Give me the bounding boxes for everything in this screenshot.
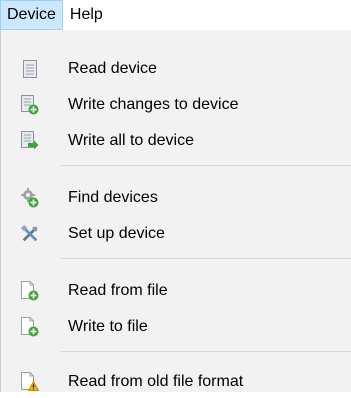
menu-separator	[61, 258, 351, 259]
menu-item-label: Write all to device	[68, 132, 194, 149]
menu-item-label: Read from file	[68, 282, 168, 299]
menu-item-set-up-device[interactable]: Set up device	[1, 218, 351, 250]
menu-separator	[61, 351, 351, 352]
menu-item-label: Find devices	[68, 189, 158, 206]
document-icon	[21, 59, 39, 79]
file-add-icon	[21, 281, 39, 301]
device-dropdown-menu: Read device Write changes to device Writ…	[0, 30, 351, 392]
menu-item-label: Read device	[68, 60, 157, 77]
menu-device[interactable]: Device	[0, 0, 63, 30]
menu-item-find-devices[interactable]: Find devices	[1, 182, 351, 214]
menu-item-read-from-old-file-format[interactable]: Read from old file format	[1, 366, 351, 398]
menu-item-write-all-to-device[interactable]: Write all to device	[1, 125, 351, 157]
menu-item-write-changes-to-device[interactable]: Write changes to device	[1, 89, 351, 121]
menu-item-label: Read from old file format	[68, 373, 244, 390]
menu-item-read-from-file[interactable]: Read from file	[1, 275, 351, 307]
menu-item-label: Write changes to device	[68, 96, 239, 113]
menu-help[interactable]: Help	[63, 0, 110, 30]
document-add-icon	[21, 95, 39, 115]
document-arrow-icon	[21, 131, 39, 151]
menu-item-label: Set up device	[68, 225, 165, 242]
menu-item-write-to-file[interactable]: Write to file	[1, 311, 351, 343]
menu-separator	[61, 165, 351, 166]
tools-icon	[21, 224, 39, 244]
menu-bar: Device Help	[0, 0, 351, 30]
file-add-icon	[21, 317, 39, 337]
menu-item-read-device[interactable]: Read device	[1, 53, 351, 85]
gear-search-icon	[21, 188, 39, 208]
file-warning-icon	[21, 372, 39, 392]
menu-item-label: Write to file	[68, 318, 148, 335]
